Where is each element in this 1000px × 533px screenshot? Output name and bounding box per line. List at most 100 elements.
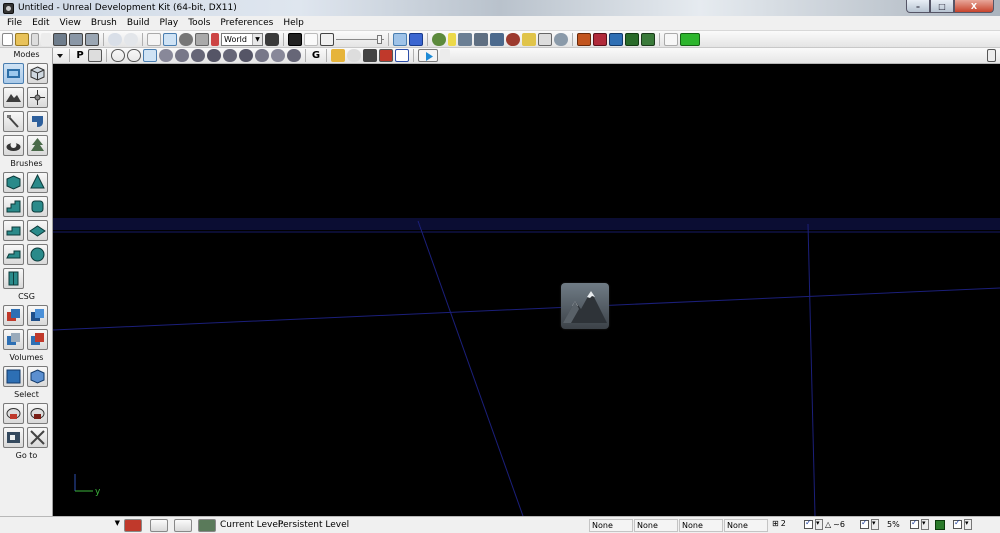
build-all-icon[interactable] [490, 32, 504, 46]
level-browser-icon[interactable] [609, 32, 623, 46]
landscape-mode-button[interactable] [27, 110, 48, 132]
menu-build[interactable]: Build [122, 18, 155, 28]
reflections-icon[interactable] [287, 49, 301, 62]
menu-tools[interactable]: Tools [183, 18, 215, 28]
cylinder-brush-button[interactable] [27, 195, 48, 217]
rotate-icon[interactable] [179, 32, 193, 46]
camera-mode-button[interactable] [3, 62, 24, 84]
menu-brush[interactable]: Brush [86, 18, 122, 28]
open-dropdown-icon[interactable] [31, 32, 39, 46]
scale-nonuniform-icon[interactable] [211, 32, 219, 46]
build-geometry-icon[interactable] [432, 32, 446, 46]
new-document-icon[interactable] [2, 32, 13, 46]
level-check-icon[interactable] [198, 519, 216, 532]
save-icon[interactable] [53, 32, 67, 46]
viewport-settings-icon[interactable] [440, 49, 450, 62]
wireframe-icon[interactable] [127, 49, 141, 62]
mesh-paint-mode-button[interactable] [3, 110, 24, 132]
stat-icon[interactable] [363, 49, 377, 62]
lightmap-density-icon[interactable] [255, 49, 269, 62]
build-cover-icon[interactable] [474, 32, 488, 46]
drag-grid-slider[interactable] [336, 33, 384, 46]
linear-stair-brush-button[interactable] [3, 219, 24, 241]
menu-edit[interactable]: Edit [27, 18, 54, 28]
drag-grid-toggle-icon[interactable] [124, 519, 142, 532]
menu-file[interactable]: File [2, 18, 27, 28]
add-special-volume-button[interactable] [27, 365, 48, 387]
lock-icon[interactable] [331, 49, 345, 62]
scale-snap-spinner[interactable] [871, 519, 879, 530]
cone-brush-button[interactable] [27, 171, 48, 193]
shader-complexity-icon[interactable] [239, 49, 253, 62]
save-all-icon[interactable] [69, 32, 83, 46]
undo-icon[interactable] [108, 32, 122, 46]
content-browser-icon[interactable] [577, 32, 591, 46]
cube-brush-button[interactable] [3, 171, 24, 193]
add-volume-button[interactable] [3, 365, 24, 387]
lighting-quality-icon[interactable] [506, 32, 520, 46]
rotation-snap-checkbox[interactable] [804, 518, 813, 529]
realtime-icon[interactable] [409, 32, 423, 46]
game-view-button[interactable]: G [310, 50, 322, 61]
play-in-viewport-icon[interactable] [418, 49, 438, 62]
viewport-options-chevron-icon[interactable] [55, 49, 65, 62]
command-input-combo[interactable]: ▼ [0, 519, 120, 532]
csg-subtract-button[interactable] [27, 304, 48, 326]
lightmass-icon[interactable] [522, 32, 536, 46]
sheet-brush-button[interactable] [27, 219, 48, 241]
viewport-type-icon[interactable] [88, 49, 102, 62]
play-in-editor-icon[interactable] [680, 32, 700, 46]
perspective-viewport[interactable]: y [53, 64, 1000, 516]
csg-add-button[interactable] [3, 304, 24, 326]
perspective-view-button[interactable]: P [74, 50, 86, 61]
generic-browser-icon[interactable] [288, 32, 302, 46]
vertex-snap-icon[interactable] [174, 519, 192, 532]
minimize-button[interactable]: – [906, 0, 930, 13]
maximize-button[interactable]: □ [930, 0, 954, 13]
hide-selected-button[interactable] [27, 402, 48, 424]
save-current-level-icon[interactable] [85, 32, 99, 46]
show-selected-button[interactable] [3, 402, 24, 424]
terrain-mode-button[interactable] [3, 86, 24, 108]
texture-alignment-mode-button[interactable] [27, 86, 48, 108]
extra-spinner[interactable] [964, 519, 972, 530]
menu-play[interactable]: Play [154, 18, 183, 28]
menu-help[interactable]: Help [278, 18, 309, 28]
rotation-snap-spinner[interactable] [815, 519, 823, 530]
eye-icon[interactable] [347, 49, 361, 62]
actor-classes-icon[interactable] [641, 32, 655, 46]
coord-system-select[interactable]: World ▼ [221, 32, 263, 46]
select-arrow-icon[interactable] [147, 32, 161, 46]
console-icon[interactable] [320, 32, 334, 46]
menu-preferences[interactable]: Preferences [215, 18, 278, 28]
find-binoculars-icon[interactable] [265, 32, 279, 46]
open-folder-icon[interactable] [15, 32, 29, 46]
curved-stair-brush-button[interactable] [3, 195, 24, 217]
light-complexity-icon[interactable] [207, 49, 221, 62]
brush-wireframe-icon[interactable] [111, 49, 125, 62]
volumetric-brush-button[interactable] [3, 267, 24, 289]
autosave-checkbox[interactable] [910, 518, 919, 529]
matinee-icon[interactable] [593, 32, 607, 46]
snap-toggle-icon[interactable] [150, 519, 168, 532]
detail-lighting-icon[interactable] [175, 49, 189, 62]
landscape-mountain-icon[interactable] [561, 283, 609, 329]
csg-intersect-button[interactable] [3, 328, 24, 350]
scene-manager-icon[interactable] [625, 32, 639, 46]
build-lighting-icon[interactable] [448, 32, 456, 46]
lit-icon[interactable] [159, 49, 173, 62]
build-paths-icon[interactable] [458, 32, 472, 46]
geometry-mode-button[interactable] [27, 62, 48, 84]
static-mesh-mode-button[interactable] [3, 134, 24, 156]
foliage-mode-button[interactable] [27, 134, 48, 156]
texture-density-icon[interactable] [223, 49, 237, 62]
toggle-view-icon[interactable] [393, 32, 407, 46]
unlit-icon[interactable] [143, 49, 157, 62]
csg-deintersect-button[interactable] [27, 328, 48, 350]
extra-checkbox[interactable] [953, 518, 962, 529]
redo-icon[interactable] [124, 32, 138, 46]
mobile-preview-icon[interactable] [538, 32, 552, 46]
realtime-preview-icon[interactable] [379, 49, 393, 62]
sphere-brush-button[interactable] [27, 243, 48, 265]
close-button[interactable]: X [954, 0, 994, 13]
